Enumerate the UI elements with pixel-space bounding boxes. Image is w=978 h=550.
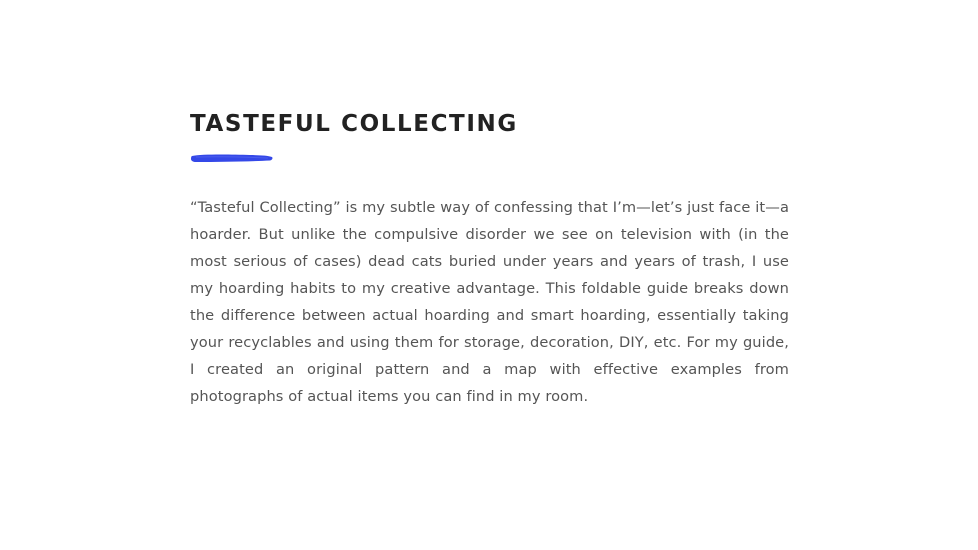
section-body: “Tasteful Collecting” is my subtle way o… (190, 199, 789, 405)
content-section: TASTEFUL COLLECTING “Tasteful Collecting… (190, 108, 789, 410)
section-title: TASTEFUL COLLECTING (190, 111, 518, 137)
brush-stroke-shape (190, 154, 273, 162)
page: TASTEFUL COLLECTING “Tasteful Collecting… (0, 0, 978, 550)
brush-stroke-divider (190, 154, 273, 162)
